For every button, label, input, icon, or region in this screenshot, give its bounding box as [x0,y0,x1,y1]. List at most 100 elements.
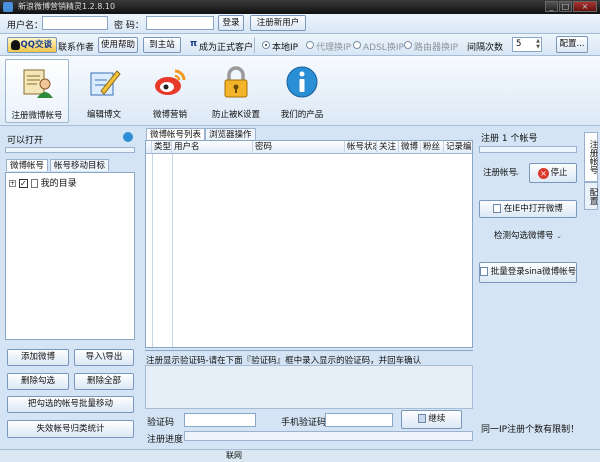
register-button[interactable]: 注册新用户 [250,15,306,31]
radio-local-ip[interactable] [262,41,270,49]
captcha-input[interactable] [184,413,256,427]
main-toolbar: 注册微博帐号 编辑博文 微博营销 防止被K设置 我们的产品 [0,56,600,126]
network-status: 联网 [226,451,242,460]
help-bubble-icon[interactable] [123,132,133,142]
batch-login-button[interactable]: 批量登录sina微博帐号 [479,262,577,283]
help-button[interactable]: 使用帮助 [98,37,138,53]
app-icon [3,2,13,12]
tree-checkbox[interactable]: ✓ [18,179,28,188]
tree-root-label: 我的目录 [40,179,77,189]
options-bar: QQ交谈 联系作者 使用帮助 到主站 π 成为正式客户 本地IP 代理换IP A… [0,34,600,56]
tab-account-list[interactable]: 微博帐号列表 [146,128,206,140]
contact-author-label[interactable]: 联系作者 [58,40,94,53]
tool-label: 防止被K设置 [211,110,261,120]
close-button[interactable]: × [573,1,597,12]
username-input[interactable] [42,16,108,30]
col-type[interactable]: 类型 [152,141,172,154]
radio-proxy-ip[interactable] [306,41,314,49]
col-record-id[interactable]: 记录编 [444,141,472,154]
spinner-arrows-icon[interactable]: ▲ ▼ [536,38,540,50]
ip-option-router: 路由器换IP [414,43,459,53]
folder-icon [30,179,38,188]
register-user-icon [23,69,53,98]
batch-move-button[interactable]: 把勾选的帐号批量移动 [7,396,134,413]
open-in-ie-button[interactable]: 在IE中打开微博 [479,200,577,218]
edit-pen-icon [90,70,121,96]
interval-value: 5 [516,39,522,49]
import-export-button[interactable]: 导入\导出 [74,349,134,366]
expand-icon[interactable]: + [9,180,16,187]
tool-edit-post[interactable]: 编辑博文 [72,59,136,123]
col-password[interactable]: 密码 [253,141,345,154]
stop-button[interactable]: × 停止 [529,163,577,183]
radio-router-ip[interactable] [404,41,412,49]
grid-line [152,154,153,347]
tab-browser-ops[interactable]: 浏览器操作 [205,128,256,140]
side-tab-config[interactable]: 配置 [584,182,598,210]
col-account-status[interactable]: 帐号状态 [345,141,377,154]
side-tab-register[interactable]: 注册帐号 [584,132,598,182]
add-weibo-button[interactable]: 添加微博 [7,349,69,366]
login-button[interactable]: 登录 [218,15,244,31]
captcha-label: 验证码 [147,418,175,428]
tree-root[interactable]: + ✓ 我的目录 [9,176,77,189]
ip-option-proxy: 代理换IP [316,43,352,53]
tool-anti-ban-settings[interactable]: 防止被K设置 [204,59,268,123]
left-progress-bar [5,147,135,153]
check-select-value: 检测勾选微博号 [493,231,554,241]
minimize-button[interactable]: _ [545,1,558,12]
continue-label: 继续 [428,414,446,424]
continue-button[interactable]: 继续 [401,410,462,429]
pi-icon: π [190,39,198,49]
tool-our-products[interactable]: 我们的产品 [270,59,334,123]
divider [254,37,255,53]
can-open-label: 可以打开 [7,136,44,146]
col-follow[interactable]: 关注 [377,141,399,154]
password-input[interactable] [146,16,214,30]
maximize-button[interactable]: □ [559,1,572,12]
grid-line [172,154,173,347]
stop-icon: × [538,168,549,179]
col-fans[interactable]: 粉丝 [421,141,444,154]
col-username[interactable]: 用户名 [172,141,253,154]
register-progress-bar [184,431,473,441]
tool-weibo-marketing[interactable]: 微博营销 [138,59,202,123]
registered-count: 注册 1 个帐号 [481,134,538,144]
ip-limit-note: 同一IP注册个数有限制！ [481,425,580,435]
tab-weibo-accounts[interactable]: 微博帐号 [6,159,49,171]
delete-checked-button[interactable]: 删除勾选 [7,373,69,390]
splitter[interactable] [145,350,473,351]
login-bar: 用户名： 密 码： 登录 注册新用户 [0,14,600,34]
radio-adsl-ip[interactable] [353,41,361,49]
interval-label: 间隔次数 [467,43,504,53]
status-bar: 联网 [0,449,600,462]
config-button[interactable]: 配置... [556,36,588,53]
password-label: 密 码： [114,21,144,31]
mode-select[interactable]: 注册帐号 ⌄ [479,164,523,182]
delete-all-button[interactable]: 删除全部 [74,373,134,390]
home-site-button[interactable]: 到主站 [143,37,181,53]
interval-spinner[interactable]: 5 ▲ ▼ [512,37,542,52]
username-label: 用户名： [7,21,44,31]
tool-register-account[interactable]: 注册微博帐号 [5,59,69,123]
tab-account-move-target[interactable]: 帐号移动目标 [50,159,110,171]
captcha-image-area [145,365,473,409]
chevron-down-icon: ⌄ [514,169,520,177]
stop-label: 停止 [550,168,568,178]
tool-label: 我们的产品 [280,110,324,120]
check-select[interactable]: 检测勾选微博号 ⌄ [479,228,577,244]
qq-chat-button[interactable]: QQ交谈 [7,37,57,53]
upgrade-link[interactable]: 成为正式客户 [199,40,253,53]
weibo-icon [155,69,186,95]
batch-login-icon [480,267,488,276]
ip-option-local: 本地IP [272,43,299,53]
col-weibo[interactable]: 微博 [399,141,421,154]
ie-icon [493,204,502,213]
tool-label: 编辑博文 [86,110,121,120]
qq-penguin-icon [11,40,20,50]
continue-icon [417,414,426,423]
chevron-down-icon: ⌄ [556,232,563,240]
right-progress-bar [479,146,577,153]
invalid-stats-button[interactable]: 失效帐号归类统计 [7,420,134,438]
phone-code-input[interactable] [325,413,393,427]
